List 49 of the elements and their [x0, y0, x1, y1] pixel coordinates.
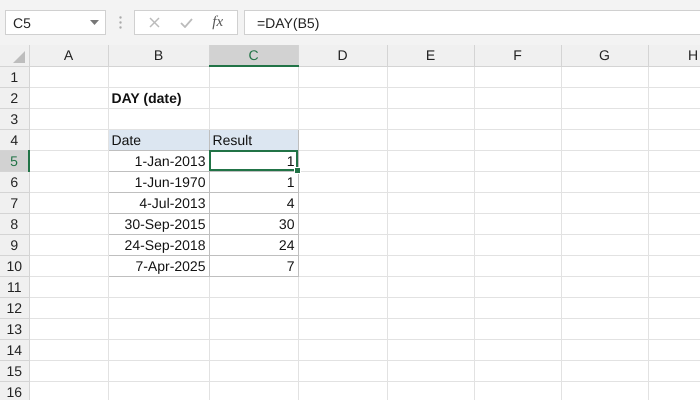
date-cell[interactable]: 30-Sep-2015 [108, 213, 209, 234]
row-header[interactable]: 12 [0, 297, 29, 318]
date-cell[interactable]: 1-Jun-1970 [108, 171, 209, 192]
column-header[interactable]: E [387, 45, 474, 66]
row-header[interactable]: 16 [0, 381, 29, 400]
column-header[interactable]: H [648, 45, 700, 66]
select-all-icon[interactable] [13, 51, 25, 64]
dropdown-caret-icon[interactable] [90, 20, 99, 25]
column-header[interactable]: D [298, 45, 387, 66]
cancel-icon[interactable] [148, 17, 160, 28]
row-header[interactable]: 5 [0, 150, 29, 171]
row-header[interactable]: 10 [0, 255, 29, 276]
result-cell[interactable]: 1 [209, 150, 298, 171]
fill-handle[interactable] [294, 166, 300, 174]
result-cell[interactable]: 1 [209, 171, 298, 192]
formula-field[interactable]: =DAY(B5) [244, 10, 700, 35]
row-header[interactable]: 6 [0, 171, 29, 192]
row-header[interactable]: 1 [0, 66, 29, 87]
row-header[interactable]: 8 [0, 213, 29, 234]
row-header[interactable]: 9 [0, 234, 29, 255]
name-box[interactable]: C5 [5, 10, 106, 35]
column-header[interactable]: B [108, 45, 209, 66]
result-cell[interactable]: 4 [209, 192, 298, 213]
row-header[interactable]: 14 [0, 339, 29, 360]
column-header[interactable]: F [474, 45, 561, 66]
column-header[interactable]: A [29, 45, 108, 66]
result-cell[interactable]: 30 [209, 213, 298, 234]
result-cell[interactable]: 7 [209, 255, 298, 276]
date-cell[interactable]: 7-Apr-2025 [108, 255, 209, 276]
row-header[interactable]: 2 [0, 87, 29, 108]
grip-icon [118, 16, 122, 29]
row-header[interactable]: 3 [0, 108, 29, 129]
row-header[interactable]: 13 [0, 318, 29, 339]
formula-text: =DAY(B5) [257, 14, 320, 30]
date-cell[interactable]: 24-Sep-2018 [108, 234, 209, 255]
column-header[interactable]: C [209, 45, 298, 66]
result-cell[interactable]: 24 [209, 234, 298, 255]
table-header[interactable]: Date [108, 129, 209, 150]
row-header[interactable]: 15 [0, 360, 29, 381]
row-header[interactable]: 11 [0, 276, 29, 297]
table-header[interactable]: Result [209, 129, 298, 150]
column-header[interactable]: G [561, 45, 648, 66]
insert-function-button[interactable]: fx [212, 14, 224, 31]
cell-reference: C5 [13, 14, 31, 30]
row-header[interactable]: 4 [0, 129, 29, 150]
date-cell[interactable]: 4-Jul-2013 [108, 192, 209, 213]
row-header[interactable]: 7 [0, 192, 29, 213]
sheet-title[interactable]: DAY (date) [108, 87, 209, 108]
check-icon[interactable] [180, 18, 193, 28]
